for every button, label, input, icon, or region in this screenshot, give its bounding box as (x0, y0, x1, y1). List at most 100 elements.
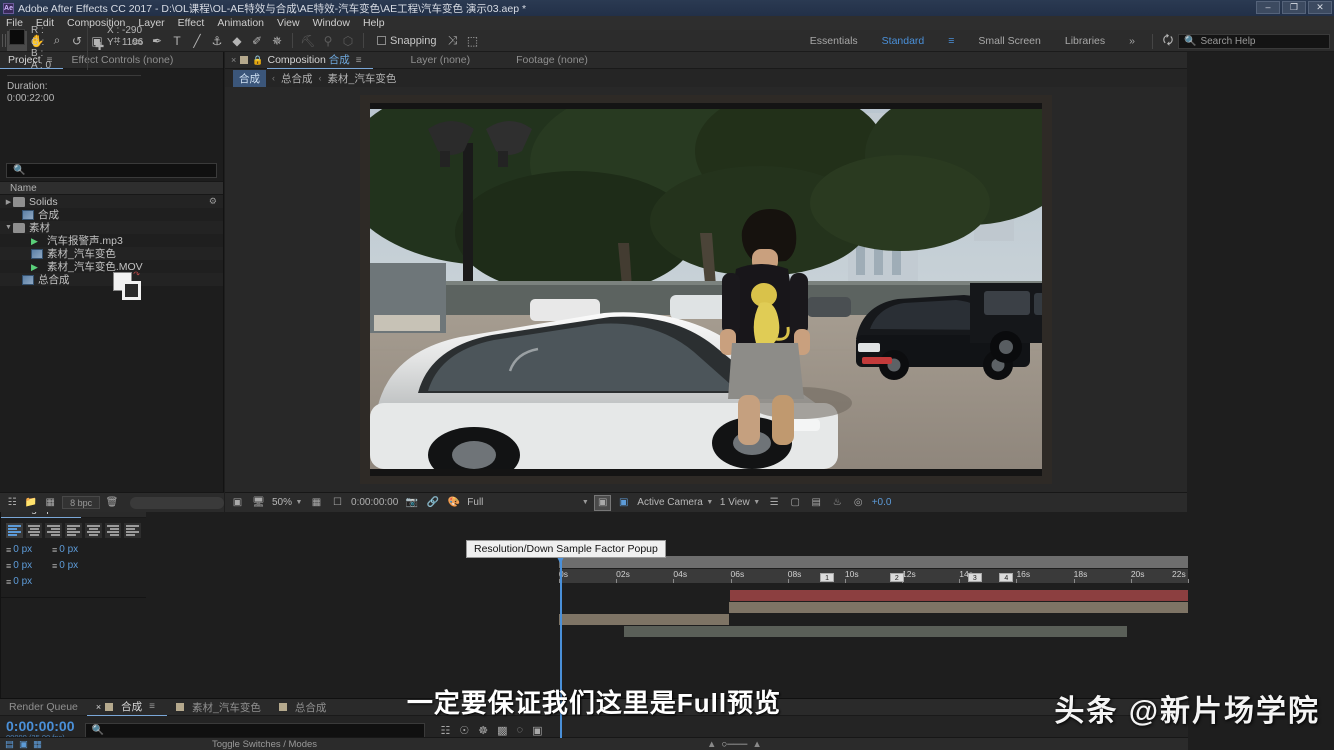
composition-mini-flowchart-icon[interactable]: ☷ (441, 724, 451, 737)
workspace-menu-icon[interactable]: ≡ (936, 35, 966, 47)
snapping-toggle[interactable]: Snapping (377, 35, 437, 47)
toggle-mask-icon[interactable]: ▣ (616, 496, 631, 510)
eraser-tool-icon[interactable]: ◆ (227, 31, 247, 51)
zoom-slider[interactable]: ○─── (721, 739, 747, 750)
interpret-footage-icon[interactable]: ☷ (5, 496, 19, 510)
pixel-aspect-icon[interactable]: ☰ (767, 496, 782, 510)
layer-track-bar[interactable] (729, 602, 1188, 613)
layer-track-bar[interactable] (624, 626, 1127, 637)
menu-item-animation[interactable]: Animation (217, 17, 264, 29)
hide-shy-layers-icon[interactable]: ☸ (478, 724, 488, 737)
menu-item-view[interactable]: View (277, 17, 300, 29)
menu-item-help[interactable]: Help (363, 17, 385, 29)
resolution-popup-icon[interactable]: ▣ (595, 496, 610, 510)
menu-item-effect[interactable]: Effect (178, 17, 205, 29)
channel-icon[interactable]: 🎨 (446, 496, 461, 510)
tab-footage[interactable]: Footage (none) (508, 52, 596, 69)
first-line-indent-field[interactable]: ≡0 px (52, 560, 98, 571)
space-after-field[interactable]: ≡0 px (6, 576, 52, 587)
align-tool-icon[interactable]: ⤨ (443, 31, 463, 51)
show-snapshot-icon[interactable]: 🔗 (425, 496, 440, 510)
puppet-pin-tool-icon[interactable]: ✵ (267, 31, 287, 51)
stroke-color-swatch[interactable] (122, 281, 141, 300)
align-right-button[interactable] (45, 523, 62, 538)
clone-stamp-tool-icon[interactable]: ⚓ (207, 31, 227, 51)
brush-tool-icon[interactable]: ╱ (187, 31, 207, 51)
close-button[interactable]: ✕ (1308, 1, 1332, 14)
zoom-level-dropdown[interactable]: 50% ▼ (272, 497, 303, 508)
delete-icon[interactable]: 🗑 (105, 496, 119, 510)
toggle-switches-icon[interactable]: ▤ (5, 739, 14, 750)
type-tool-icon[interactable]: T (167, 31, 187, 51)
indent-left-value[interactable]: 0 px (13, 544, 32, 555)
indent-left-field[interactable]: ≡0 px (6, 544, 52, 555)
align-justify-last-center-button[interactable] (85, 523, 102, 538)
project-scrollbar[interactable] (130, 497, 224, 509)
zoom-out-icon[interactable]: ▲ (707, 739, 716, 750)
toggle-switches-modes-label[interactable]: Toggle Switches / Modes (212, 739, 317, 750)
toggle-viewer-icon[interactable]: 🖥 (251, 496, 266, 510)
tab-composition[interactable]: Composition 合成 ≡ (267, 52, 372, 69)
first-line-indent-value[interactable]: 0 px (59, 560, 78, 571)
project-item[interactable]: ▶Solids⚙ (0, 195, 223, 208)
composition-panel-menu-icon[interactable]: ≡ (356, 55, 362, 66)
lock-icon[interactable]: 🔒 (252, 55, 263, 66)
workspace-overflow[interactable]: » (1117, 35, 1147, 47)
fill-stroke-swatches[interactable]: ↷ (113, 272, 141, 300)
composition-viewer[interactable] (225, 87, 1187, 492)
workspace-3[interactable]: Libraries (1053, 35, 1117, 47)
minimize-button[interactable]: – (1256, 1, 1280, 14)
close-icon[interactable]: × (231, 55, 236, 65)
draft-3d-icon[interactable]: ☉ (459, 724, 469, 737)
indent-right-value[interactable]: 0 px (59, 544, 78, 555)
comp-flowchart-icon[interactable]: ♨ (830, 496, 845, 510)
workspace-2[interactable]: Small Screen (966, 35, 1052, 47)
layer-modes-icon[interactable]: ▣ (19, 739, 28, 750)
tab-layer[interactable]: Layer (none) (403, 52, 479, 69)
comp-timecode[interactable]: 0:00:00:00 (351, 497, 398, 508)
snapping-checkbox[interactable] (377, 36, 386, 45)
bit-depth-button[interactable]: 8 bpc (62, 496, 100, 509)
timeline-mode-icon[interactable]: ▦ (33, 739, 42, 750)
align-justify-last-right-button[interactable] (105, 523, 122, 538)
view-mode-dropdown[interactable]: Active Camera ▼ (637, 497, 714, 508)
twirl-icon[interactable]: ▶ (4, 198, 13, 206)
frame-blending-icon[interactable]: ▩ (497, 724, 507, 737)
comp-marker[interactable]: 2 (890, 573, 904, 582)
workspace-0[interactable]: Essentials (798, 35, 870, 47)
pen-tool-icon[interactable]: ✒ (147, 31, 167, 51)
current-time-value[interactable]: 0:00:00:00 (6, 719, 75, 733)
exposure-value[interactable]: +0.0 (872, 497, 892, 508)
comp-marker[interactable]: 3 (968, 573, 982, 582)
space-before-field[interactable]: ≡0 px (6, 560, 52, 571)
breadcrumb-item-2[interactable]: 素材_汽车变色 (328, 71, 397, 86)
indent-right-field[interactable]: ≡0 px (52, 544, 98, 555)
align-center-button[interactable] (26, 523, 43, 538)
puppet-starch-tool-icon[interactable]: ⚲ (318, 31, 338, 51)
take-snapshot-icon[interactable]: 📷 (404, 496, 419, 510)
breadcrumb-item-1[interactable]: 总合成 (281, 71, 313, 86)
sync-settings-icon[interactable]: 🗘 (1158, 31, 1178, 51)
project-item[interactable]: 总合成 (0, 273, 223, 286)
breadcrumb-item-0[interactable]: 合成 (233, 70, 266, 87)
new-folder-icon[interactable]: 📁 (24, 496, 38, 510)
twirl-icon[interactable]: ▼ (4, 224, 13, 231)
zoom-in-icon[interactable]: ▲ (752, 739, 761, 750)
comp-marker[interactable]: 4 (999, 573, 1013, 582)
align-left-button[interactable] (6, 523, 23, 538)
graph-editor-icon[interactable]: ▣ (532, 724, 542, 737)
menu-item-window[interactable]: Window (313, 17, 350, 29)
workspace-1[interactable]: Standard (870, 35, 937, 47)
distribute-tool-icon[interactable]: ⬚ (463, 31, 483, 51)
search-help-input[interactable]: 🔍 Search Help (1178, 34, 1330, 49)
region-of-interest-icon[interactable]: ☐ (330, 496, 345, 510)
comp-marker[interactable]: 1 (820, 573, 834, 582)
timeline-search-input[interactable]: 🔍 (85, 723, 425, 738)
space-before-value[interactable]: 0 px (13, 560, 32, 571)
puppet-overlap-tool-icon[interactable]: ⛏ (298, 31, 318, 51)
layer-track-bar[interactable] (730, 590, 1188, 601)
swap-colors-icon[interactable]: ↷ (133, 270, 140, 279)
motion-blur-icon[interactable]: ◌ (517, 724, 524, 737)
resolution-dropdown[interactable]: Full ▼ (467, 497, 589, 508)
shy-icon[interactable]: ⚙ (209, 196, 217, 207)
